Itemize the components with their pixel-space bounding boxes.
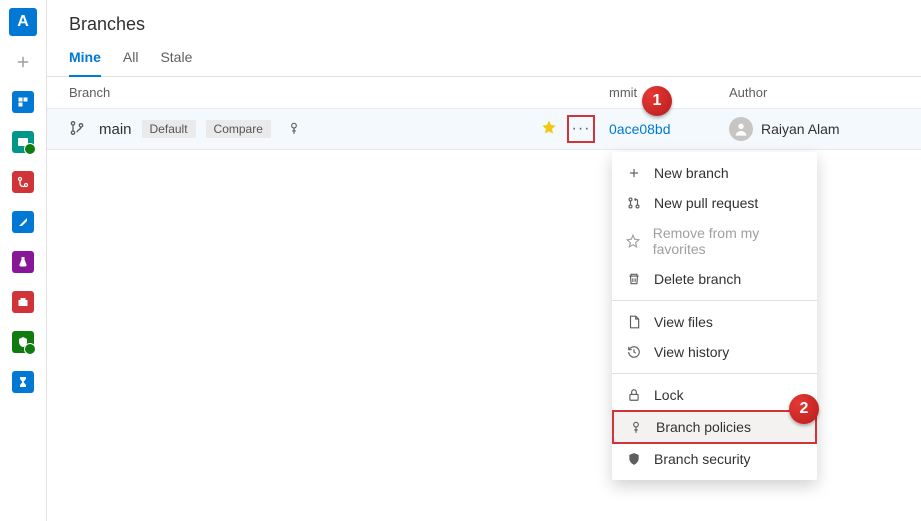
branch-icon <box>69 120 85 139</box>
menu-label: Branch policies <box>656 419 751 435</box>
sidebar-pipelines[interactable] <box>9 208 37 236</box>
callout-badge-1: 1 <box>642 86 672 116</box>
sidebar-artifacts[interactable] <box>9 288 37 316</box>
pull-request-icon <box>626 196 642 210</box>
callout-badge-2: 2 <box>789 394 819 424</box>
commit-link[interactable]: 0ace08bd <box>609 121 671 137</box>
sidebar-boards[interactable] <box>9 128 37 156</box>
menu-remove-favorite[interactable]: Remove from my favorites <box>612 218 817 264</box>
lock-icon <box>626 388 642 402</box>
branch-row[interactable]: main Default Compare ··· 0ace08bd Raiya <box>47 108 921 150</box>
nav-sidebar: A <box>0 0 47 521</box>
main-content: Branches Mine All Stale Branch mmit Auth… <box>47 0 921 521</box>
ellipsis-icon: ··· <box>572 120 591 138</box>
branch-name[interactable]: main <box>99 121 132 138</box>
trash-icon <box>626 272 642 286</box>
menu-lock[interactable]: Lock <box>612 380 817 410</box>
plus-icon <box>626 166 642 180</box>
tab-stale[interactable]: Stale <box>160 49 192 76</box>
menu-branch-security[interactable]: Branch security <box>612 444 817 474</box>
policy-icon <box>628 420 644 434</box>
policy-icon <box>287 121 301 138</box>
commit-cell: 0ace08bd <box>609 121 729 137</box>
sidebar-repos[interactable] <box>9 168 37 196</box>
sidebar-last[interactable] <box>9 368 37 396</box>
star-outline-icon <box>626 234 641 248</box>
row-actions: ··· <box>541 115 595 143</box>
col-header-author: Author <box>729 85 899 100</box>
sidebar-overview[interactable] <box>9 88 37 116</box>
author-cell: Raiyan Alam <box>729 117 899 141</box>
menu-divider <box>612 300 817 301</box>
menu-view-history[interactable]: View history <box>612 337 817 367</box>
favorite-star-icon[interactable] <box>541 119 557 140</box>
menu-label: Branch security <box>654 451 750 467</box>
sidebar-test[interactable] <box>9 248 37 276</box>
menu-new-pull-request[interactable]: New pull request <box>612 188 817 218</box>
menu-label: New pull request <box>654 195 758 211</box>
page-title: Branches <box>47 0 921 35</box>
project-avatar[interactable]: A <box>9 8 37 36</box>
tab-all[interactable]: All <box>123 49 139 76</box>
history-icon <box>626 345 642 359</box>
menu-view-files[interactable]: View files <box>612 307 817 337</box>
file-icon <box>626 315 642 329</box>
shield-icon <box>626 452 642 466</box>
col-header-branch: Branch <box>69 85 609 100</box>
default-badge: Default <box>142 120 196 138</box>
branch-row-left: main Default Compare ··· <box>69 115 609 143</box>
new-item-button[interactable] <box>9 48 37 76</box>
branch-context-menu: New branch New pull request Remove from … <box>612 152 817 480</box>
compare-badge[interactable]: Compare <box>206 120 271 138</box>
more-options-button[interactable]: ··· <box>567 115 595 143</box>
sidebar-compliance[interactable] <box>9 328 37 356</box>
menu-label: Remove from my favorites <box>653 225 803 257</box>
menu-label: Lock <box>654 387 684 403</box>
tab-mine[interactable]: Mine <box>69 49 101 77</box>
author-name: Raiyan Alam <box>761 121 840 137</box>
author-avatar-icon <box>729 117 753 141</box>
tabs: Mine All Stale <box>47 35 921 77</box>
menu-label: New branch <box>654 165 729 181</box>
menu-new-branch[interactable]: New branch <box>612 158 817 188</box>
menu-label: Delete branch <box>654 271 741 287</box>
menu-label: View files <box>654 314 713 330</box>
menu-divider <box>612 373 817 374</box>
column-headers: Branch mmit Author <box>47 77 921 108</box>
menu-branch-policies[interactable]: Branch policies <box>612 410 817 444</box>
menu-delete-branch[interactable]: Delete branch <box>612 264 817 294</box>
menu-label: View history <box>654 344 729 360</box>
